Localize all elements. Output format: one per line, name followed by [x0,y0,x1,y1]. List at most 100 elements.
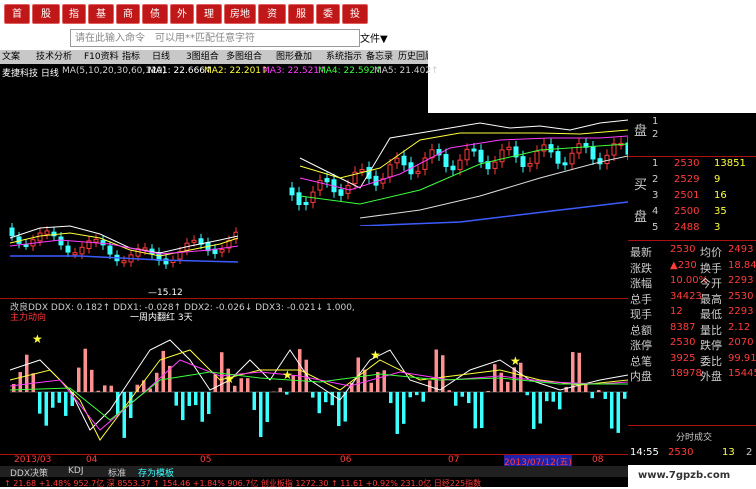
tool-2[interactable]: F10资料 [84,50,119,64]
star-icon: ★ [32,332,43,346]
ddx-bar [116,392,120,415]
stat-label: 总手 [630,291,652,307]
candle [465,149,469,159]
nav-button-3[interactable]: 基金 [88,4,114,24]
ddx-bar [578,353,582,392]
stat-label: 总笔 [630,353,652,369]
candle [325,179,329,182]
nav-button-0[interactable]: 首页 [4,4,30,24]
stat-label: 涨跌 [630,260,652,276]
candle [563,163,567,165]
nav-button-7[interactable]: 理财 [196,4,222,24]
ddx-bar [123,392,127,438]
buy-side-label: 买 [634,174,647,193]
indicator-tab-2[interactable]: 标准 [108,466,126,477]
indicator-tab-0[interactable]: DDX决策 [10,466,48,477]
nav-button-8[interactable]: 房地产 [224,4,256,24]
bid-volume: 35 [714,206,727,217]
ddx-bar [383,370,387,392]
nav-button-2[interactable]: 指数 [62,4,86,24]
candle [220,250,224,253]
nav-button-11[interactable]: 委托 [316,4,340,24]
file-menu[interactable]: 文件▼ [360,30,388,45]
nav-button-6[interactable]: 外汇 [170,4,194,24]
ddx-bar [545,392,549,401]
candle [143,248,147,250]
ddx-bar [194,392,198,405]
candle [500,150,504,162]
ddx-bar [110,386,114,392]
star-icon: ★ [282,368,293,382]
ma3-value: MA3: 22.521↑ [262,66,327,76]
ddx-bar [422,392,426,402]
stat-value: 2493 [728,244,753,255]
command-input[interactable]: 请在此输入命令 可以用**匹配任意字符 [70,29,360,47]
bid-price: 2501 [674,190,699,201]
tool-7[interactable]: 图形叠加 [276,50,312,64]
ddx-bar [201,392,205,422]
bid-level: 3 [652,190,658,201]
trade-tab[interactable]: 分时成交 [676,430,712,443]
candle [297,193,301,205]
tool-0[interactable]: 文案 [2,50,20,64]
stat-value: 8387 [670,322,695,333]
ddx-bar [617,392,621,433]
ddx-bar [441,355,445,392]
tool-4[interactable]: 日线 [152,50,170,64]
indicator-tab-3[interactable]: 存为模板 [138,466,174,477]
ddx-bar [623,392,627,399]
candle [521,157,525,167]
stat-label: 最低 [700,306,722,322]
bid-price: 2488 [674,222,699,233]
stat-value: 3925 [670,353,695,364]
ddx-bar [45,392,49,426]
nav-button-12[interactable]: 投顾 [342,4,368,24]
tool-5[interactable]: 3图组合 [186,50,219,64]
ddx-bar [246,378,250,392]
candle [108,246,112,254]
ddx-bar [454,392,458,406]
ma2-value: MA2: 22.201↑ [204,66,269,76]
candle [339,190,343,196]
ma5-value: MA5: 21.402↑ [374,66,439,76]
stat-value: 34423 [670,291,702,302]
stat-label: 最高 [700,291,722,307]
tool-6[interactable]: 多图组合 [226,50,262,64]
candle [10,228,14,236]
candle [416,171,420,173]
indicator-tab-1[interactable]: KDJ [68,466,84,477]
star-icon: ★ [370,348,381,362]
star-icon: ★ [224,372,235,386]
candle [290,188,294,195]
trade-volume: 13 [722,447,735,458]
indicator-tabs [0,466,628,477]
stat-label: 换手 [700,260,722,276]
candle [577,144,581,153]
ma-line-yellow [10,233,238,256]
bid-volume: 9 [714,174,720,185]
stat-value: 12 [670,306,683,317]
stat-label: 跌停 [700,337,722,353]
ddx-bar [253,392,257,410]
nav-button-1[interactable]: 股票 [32,4,60,24]
ma-line-right-blue [360,202,628,226]
nav-button-9[interactable]: 资讯 [258,4,286,24]
ddx-bar [539,392,543,424]
ddx-bar [532,392,536,429]
tool-9[interactable]: 备忘录 [366,50,393,64]
nav-button-10[interactable]: 服务 [288,4,314,24]
ddx-bar [207,392,211,414]
nav-button-4[interactable]: 商品 [116,4,140,24]
candle [73,253,77,255]
candle [38,233,42,241]
tool-1[interactable]: 技术分析 [36,50,72,64]
candle [472,149,476,151]
stat-label: 现手 [630,306,652,322]
tool-3[interactable]: 指标 [122,50,140,64]
missing-region [238,226,626,298]
ddx-bar [461,392,465,397]
nav-button-5[interactable]: 债券 [142,4,168,24]
ddx-bar [389,392,393,403]
ddx-bar [84,349,88,392]
tool-8[interactable]: 系统指示 [326,50,362,64]
